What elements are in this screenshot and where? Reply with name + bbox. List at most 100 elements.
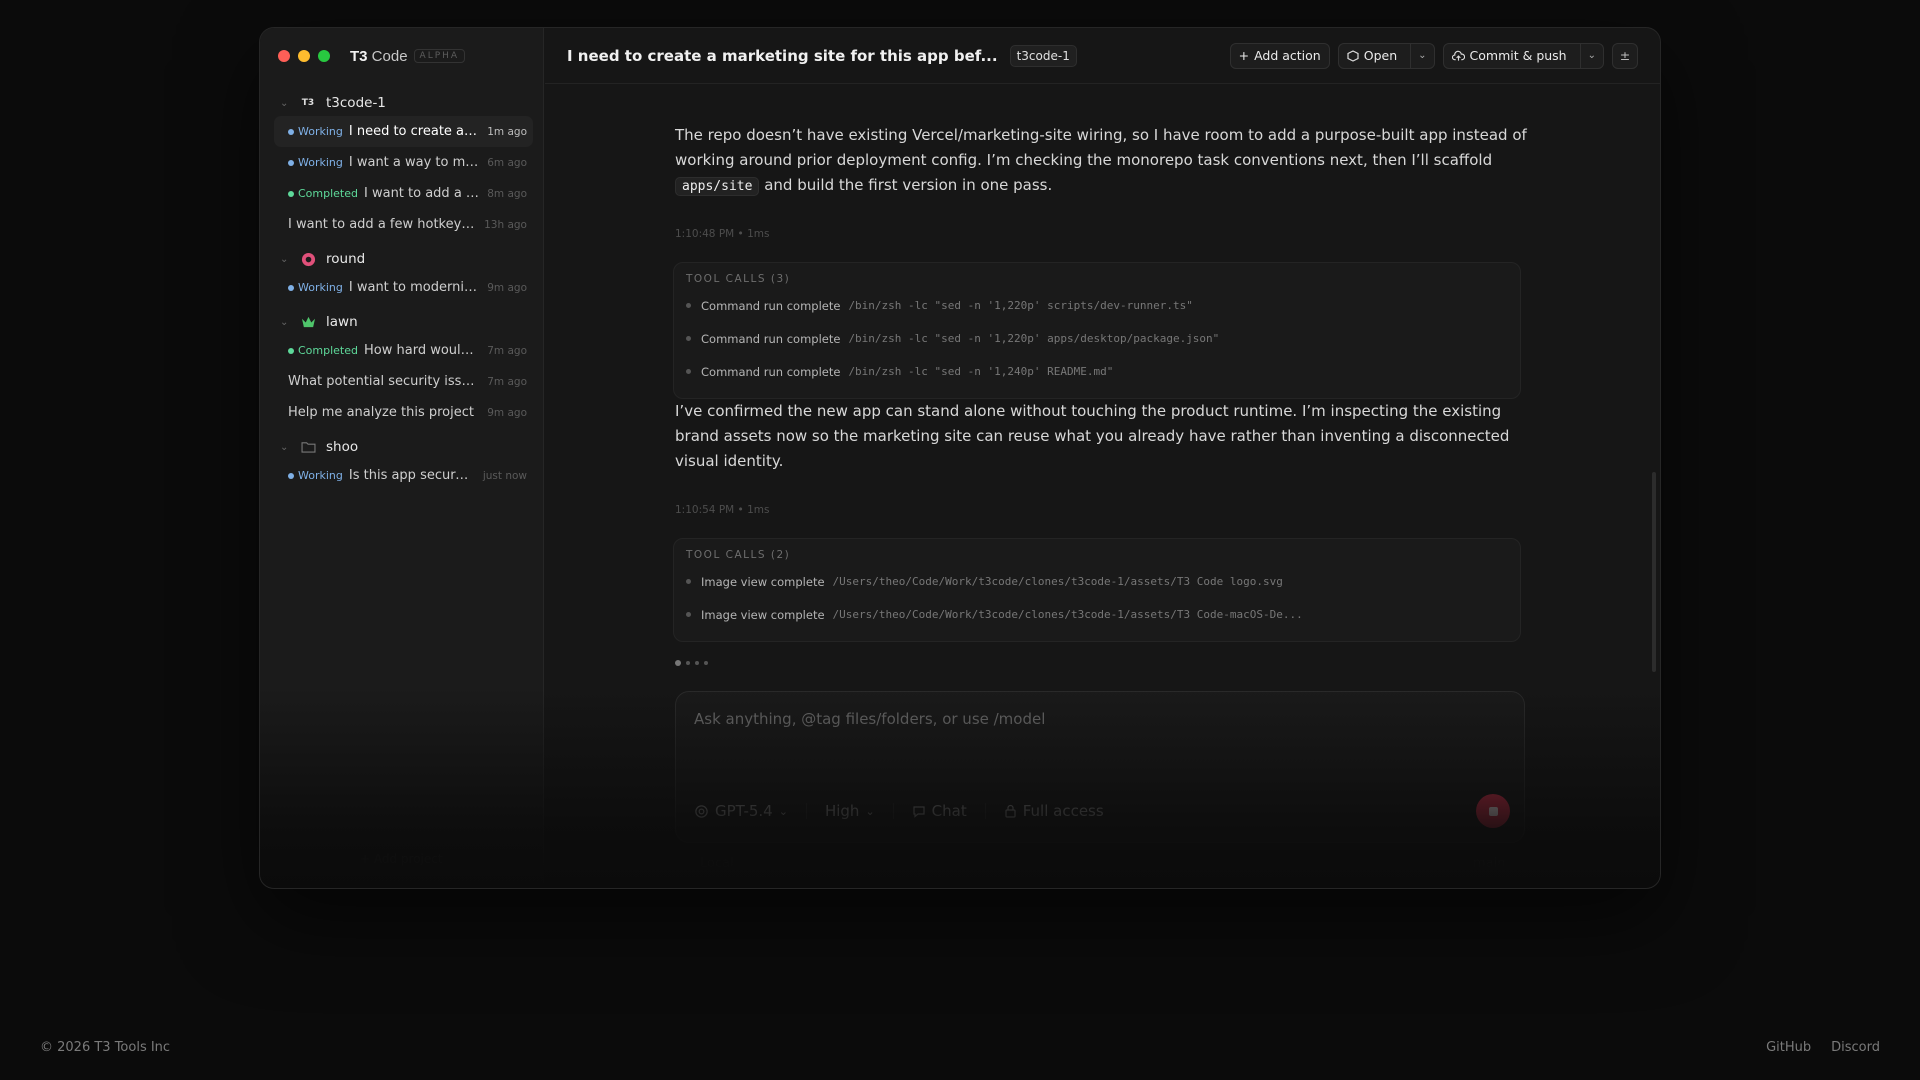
typing-indicator: [675, 660, 708, 666]
chevron-down-icon[interactable]: ⌄: [280, 254, 290, 265]
thread-item[interactable]: Working I need to create a ... 1m ago: [274, 116, 533, 147]
thread-time: 9m ago: [487, 406, 527, 419]
status-badge: Working: [288, 469, 343, 482]
tool-call-row[interactable]: Image view complete/Users/theo/Code/Work…: [686, 565, 1508, 598]
inline-code: apps/site: [675, 177, 760, 196]
tool-call-row[interactable]: Command run complete/bin/zsh -lc "sed -n…: [686, 322, 1508, 355]
typing-dot: [686, 661, 690, 665]
tool-call-command: /bin/zsh -lc "sed -n '1,220p' apps/deskt…: [848, 332, 1220, 345]
mode-toggle[interactable]: Chat: [912, 802, 967, 820]
scrollbar[interactable]: [1652, 472, 1656, 672]
thread-time: 7m ago: [487, 375, 527, 388]
tool-call-row[interactable]: Command run complete/bin/zsh -lc "sed -n…: [686, 289, 1508, 322]
status-dot-icon: [288, 190, 294, 197]
titlebar: T3 Code ALPHA: [260, 28, 543, 84]
branch-label[interactable]: main: [1473, 856, 1505, 871]
tool-calls-panel[interactable]: TOOL CALLS (2) Image view complete/Users…: [673, 538, 1521, 642]
topbar: I need to create a marketing site for th…: [545, 28, 1660, 84]
github-link[interactable]: GitHub: [1766, 1040, 1811, 1055]
thread-item[interactable]: Working I want to moderniz... 9m ago: [274, 272, 533, 303]
divider: [805, 803, 807, 819]
brand-suffix: Code: [367, 47, 408, 65]
commit-push-main[interactable]: Commit & push: [1444, 44, 1575, 68]
effort-label: High: [824, 802, 860, 820]
lock-icon: [1005, 804, 1016, 818]
add-action-label: Add action: [1254, 48, 1321, 63]
composer[interactable]: Ask anything, @tag files/folders, or use…: [675, 691, 1525, 843]
maximize-window-button[interactable]: [318, 50, 330, 62]
chevron-down-icon: ⌄: [778, 804, 788, 818]
footer-links: GitHub Discord: [1766, 1040, 1880, 1055]
thread-item[interactable]: Completed How hard would ... 7m ago: [274, 335, 533, 366]
tool-call-row[interactable]: Image view complete/Users/theo/Code/Work…: [686, 598, 1508, 631]
thread-title: What potential security issu...: [288, 374, 480, 389]
t3-logo-icon: T3: [301, 98, 315, 108]
tool-call-label: Command run complete: [701, 331, 841, 346]
tool-calls-header: TOOL CALLS (3): [686, 273, 791, 285]
status-dot-icon: [288, 159, 294, 166]
close-window-button[interactable]: [278, 50, 290, 62]
thread-title: I need to create a ...: [348, 124, 480, 139]
project-header[interactable]: ⌄ T3 t3code-1: [260, 90, 543, 116]
thread-item[interactable]: Working Is this app secure,... just now: [274, 460, 533, 491]
thread-title: Help me analyze this project: [288, 405, 474, 420]
project-lawn: ⌄ lawn Completed How hard would ... 7m a…: [260, 309, 543, 428]
status-badge: Completed: [288, 344, 358, 357]
diff-toggle-icon[interactable]: ±: [1612, 42, 1638, 69]
discord-link[interactable]: Discord: [1831, 1040, 1880, 1055]
tool-call-row[interactable]: Command run complete/bin/zsh -lc "sed -n…: [686, 355, 1508, 388]
mode-label: Chat: [931, 802, 967, 820]
thread-item[interactable]: Working I want a way to mo... 6m ago: [274, 147, 533, 178]
chevron-down-icon[interactable]: ⌄: [280, 442, 290, 453]
stop-button[interactable]: [1476, 794, 1510, 828]
env-label[interactable]: Local: [700, 856, 734, 871]
chevron-down-icon: ⌄: [865, 804, 875, 818]
add-action-button[interactable]: + Add action: [1229, 42, 1330, 69]
chevron-down-icon[interactable]: ⌄: [280, 98, 290, 109]
tool-call-command: /bin/zsh -lc "sed -n '1,220p' scripts/de…: [848, 299, 1193, 312]
project-t3code-1: ⌄ T3 t3code-1 Working I need to create a…: [260, 90, 543, 240]
tool-call-command: /Users/theo/Code/Work/t3code/clones/t3co…: [832, 608, 1303, 621]
project-header[interactable]: ⌄ lawn: [260, 309, 543, 335]
status-dot-icon: [288, 128, 294, 135]
tool-calls-panel[interactable]: TOOL CALLS (3) Command run complete/bin/…: [673, 262, 1521, 399]
composer-input[interactable]: Ask anything, @tag files/folders, or use…: [694, 710, 1045, 728]
project-name: shoo: [326, 439, 359, 455]
project-header[interactable]: ⌄ round: [260, 246, 543, 272]
chevron-down-icon[interactable]: ⌄: [1579, 43, 1603, 68]
minimize-window-button[interactable]: [298, 50, 310, 62]
typing-dot: [675, 660, 681, 666]
thread-time: 1m ago: [487, 125, 527, 138]
chevron-down-icon[interactable]: ⌄: [1410, 43, 1433, 68]
thread-time: 9m ago: [487, 281, 527, 294]
message-text: and build the first version in one pass.: [759, 176, 1053, 194]
commit-push-button[interactable]: Commit & push ⌄: [1442, 42, 1604, 69]
status-badge: Completed: [288, 187, 358, 200]
add-project-button[interactable]: + Add project: [360, 852, 443, 866]
model-picker[interactable]: GPT-5.4 ⌄: [694, 802, 788, 820]
stop-icon: [1488, 806, 1498, 816]
plus-icon: +: [1238, 48, 1250, 63]
chevron-down-icon[interactable]: ⌄: [280, 317, 290, 328]
thread-title: I want to add a h...: [364, 186, 480, 201]
thread-item[interactable]: Completed I want to add a h... 8m ago: [274, 178, 533, 209]
sidebar: T3 Code ALPHA ⌄ T3 t3code-1 Working I ne…: [260, 28, 544, 888]
typing-dot: [704, 661, 708, 665]
status-label: Completed: [298, 187, 358, 200]
thread-title: I want to moderniz...: [348, 280, 480, 295]
project-header[interactable]: ⌄ shoo: [260, 434, 543, 460]
project-round: ⌄ round Working I want to moderniz... 9m…: [260, 246, 543, 303]
thread-item[interactable]: What potential security issu... 7m ago: [274, 366, 533, 397]
status-label: Working: [298, 125, 343, 138]
access-label: Full access: [1022, 802, 1104, 820]
thread-item[interactable]: I want to add a few hotkeys t... 13h ago: [274, 209, 533, 240]
thread-item[interactable]: Help me analyze this project 9m ago: [274, 397, 533, 428]
round-logo-icon: [300, 251, 316, 267]
open-button[interactable]: Open ⌄: [1337, 42, 1435, 69]
effort-picker[interactable]: High ⌄: [825, 802, 875, 820]
open-main[interactable]: Open: [1339, 44, 1405, 68]
thread-title: I want a way to mo...: [348, 155, 480, 170]
thread-time: 8m ago: [487, 187, 527, 200]
openai-icon: [695, 804, 708, 818]
access-toggle[interactable]: Full access: [1004, 802, 1104, 820]
